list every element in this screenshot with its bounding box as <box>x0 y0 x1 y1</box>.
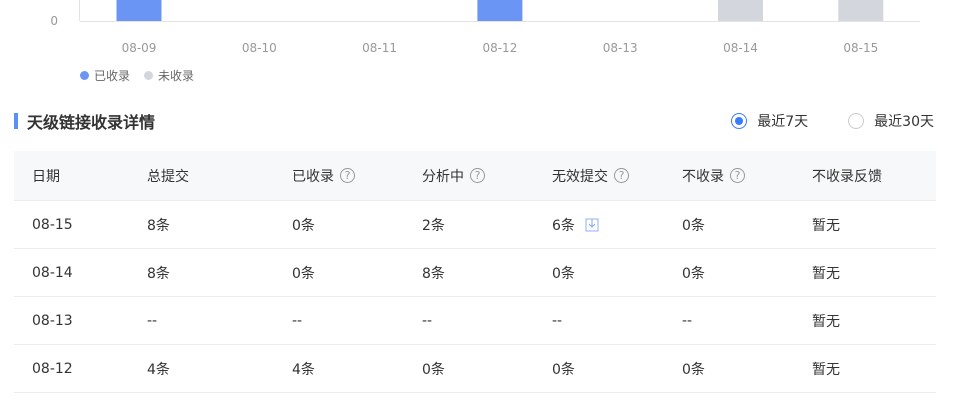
cell-indexed: 0条 <box>292 265 315 282</box>
range-option-30-days[interactable]: 最近30天 <box>848 111 934 131</box>
chart-legend: 已收录 未收录 <box>80 67 208 84</box>
header-invalid-submission: 无效提交? <box>534 166 664 186</box>
legend-dot-not-indexed <box>144 71 154 80</box>
cell-analyzing: 2条 <box>422 217 445 234</box>
cell-date: 08-14 <box>32 264 73 281</box>
download-icon[interactable] <box>585 218 599 232</box>
help-icon[interactable]: ? <box>614 168 629 183</box>
header-not-indexed-feedback: 不收录反馈 <box>812 168 882 185</box>
table-row: 08-12 4条 4条 0条 0条 0条 暂无 <box>14 345 936 393</box>
table-row: 08-15 8条 0条 2条 6条 0条 暂无 <box>14 201 936 249</box>
cell-date: 08-15 <box>32 216 73 233</box>
legend-item-not-indexed[interactable]: 未收录 <box>144 67 194 84</box>
cell-indexed: 4条 <box>292 361 315 378</box>
radio-7-days[interactable] <box>731 113 748 129</box>
table-row: 08-14 8条 0条 8条 0条 0条 暂无 <box>14 249 936 297</box>
cell-analyzing: 0条 <box>422 361 445 378</box>
x-tick-label: 08-09 <box>122 41 157 55</box>
header-total-submitted: 总提交 <box>147 168 189 185</box>
x-tick-label: 08-10 <box>242 41 277 55</box>
x-tick-label: 08-11 <box>362 41 397 55</box>
range-label-7-days: 最近7天 <box>757 114 809 130</box>
legend-label-indexed: 已收录 <box>94 69 131 83</box>
legend-label-not-indexed: 未收录 <box>158 69 195 83</box>
x-tick-label: 08-14 <box>723 41 758 55</box>
table-row: 08-13 -- -- -- -- -- 暂无 <box>14 297 936 345</box>
cell-invalid-submission: 6条 <box>534 215 664 235</box>
cell-total-submitted: 8条 <box>147 265 170 282</box>
help-icon[interactable]: ? <box>730 168 745 183</box>
legend-item-indexed[interactable]: 已收录 <box>80 67 130 84</box>
bar-not-indexed[interactable] <box>718 0 763 21</box>
cell-total-submitted: 4条 <box>147 361 170 378</box>
section-accent-bar <box>14 113 18 129</box>
cell-not-indexed-feedback: 暂无 <box>812 265 840 282</box>
cell-not-indexed: 0条 <box>682 265 705 282</box>
y-tick-label: 0 <box>50 14 58 28</box>
table-header-row: 日期 总提交 已收录? 分析中? 无效提交? 不收录? 不收录反馈 <box>14 151 936 201</box>
cell-invalid-submission: 0条 <box>552 361 575 378</box>
cell-not-indexed: 0条 <box>682 217 705 234</box>
range-option-7-days[interactable]: 最近7天 <box>731 111 808 131</box>
x-tick-label: 08-13 <box>603 41 638 55</box>
bar-not-indexed[interactable] <box>838 0 884 21</box>
bar-indexed[interactable] <box>477 0 523 21</box>
cell-total-submitted: 8条 <box>147 217 170 234</box>
x-tick-label: 08-15 <box>843 41 878 55</box>
cell-not-indexed-feedback: 暂无 <box>812 361 840 378</box>
header-not-indexed: 不收录? <box>664 166 794 186</box>
range-label-30-days: 最近30天 <box>874 114 934 130</box>
cell-date: 08-12 <box>32 360 73 377</box>
cell-indexed: 0条 <box>292 217 315 234</box>
cell-total-submitted: -- <box>147 312 158 329</box>
help-icon[interactable]: ? <box>340 168 355 183</box>
cell-analyzing: 8条 <box>422 265 445 282</box>
bar-chart: 0 08-09 08-10 08-11 08-12 08-13 08-14 08-15 <box>50 0 920 55</box>
cell-not-indexed: -- <box>682 312 693 329</box>
cell-not-indexed-feedback: 暂无 <box>812 313 840 330</box>
section-title: 天级链接收录详情 <box>27 113 156 132</box>
cell-analyzing: -- <box>422 312 433 329</box>
header-date: 日期 <box>32 168 60 185</box>
header-indexed: 已收录? <box>274 166 404 186</box>
section-header: 天级链接收录详情 <box>14 110 155 132</box>
date-range-radio-group: 最近7天 最近30天 <box>691 111 934 131</box>
cell-invalid-submission: 0条 <box>552 265 575 282</box>
bar-indexed[interactable] <box>116 0 162 21</box>
cell-date: 08-13 <box>32 312 73 329</box>
x-tick-label: 08-12 <box>482 41 517 55</box>
indexing-details-table: 日期 总提交 已收录? 分析中? 无效提交? 不收录? 不收录反馈 08-15 … <box>14 151 936 393</box>
header-analyzing: 分析中? <box>404 166 534 186</box>
cell-invalid-submission: -- <box>552 312 563 329</box>
cell-not-indexed: 0条 <box>682 361 705 378</box>
help-icon[interactable]: ? <box>470 168 485 183</box>
cell-not-indexed-feedback: 暂无 <box>812 217 840 234</box>
legend-dot-indexed <box>80 71 89 80</box>
radio-30-days[interactable] <box>848 113 865 129</box>
cell-indexed: -- <box>292 312 303 329</box>
